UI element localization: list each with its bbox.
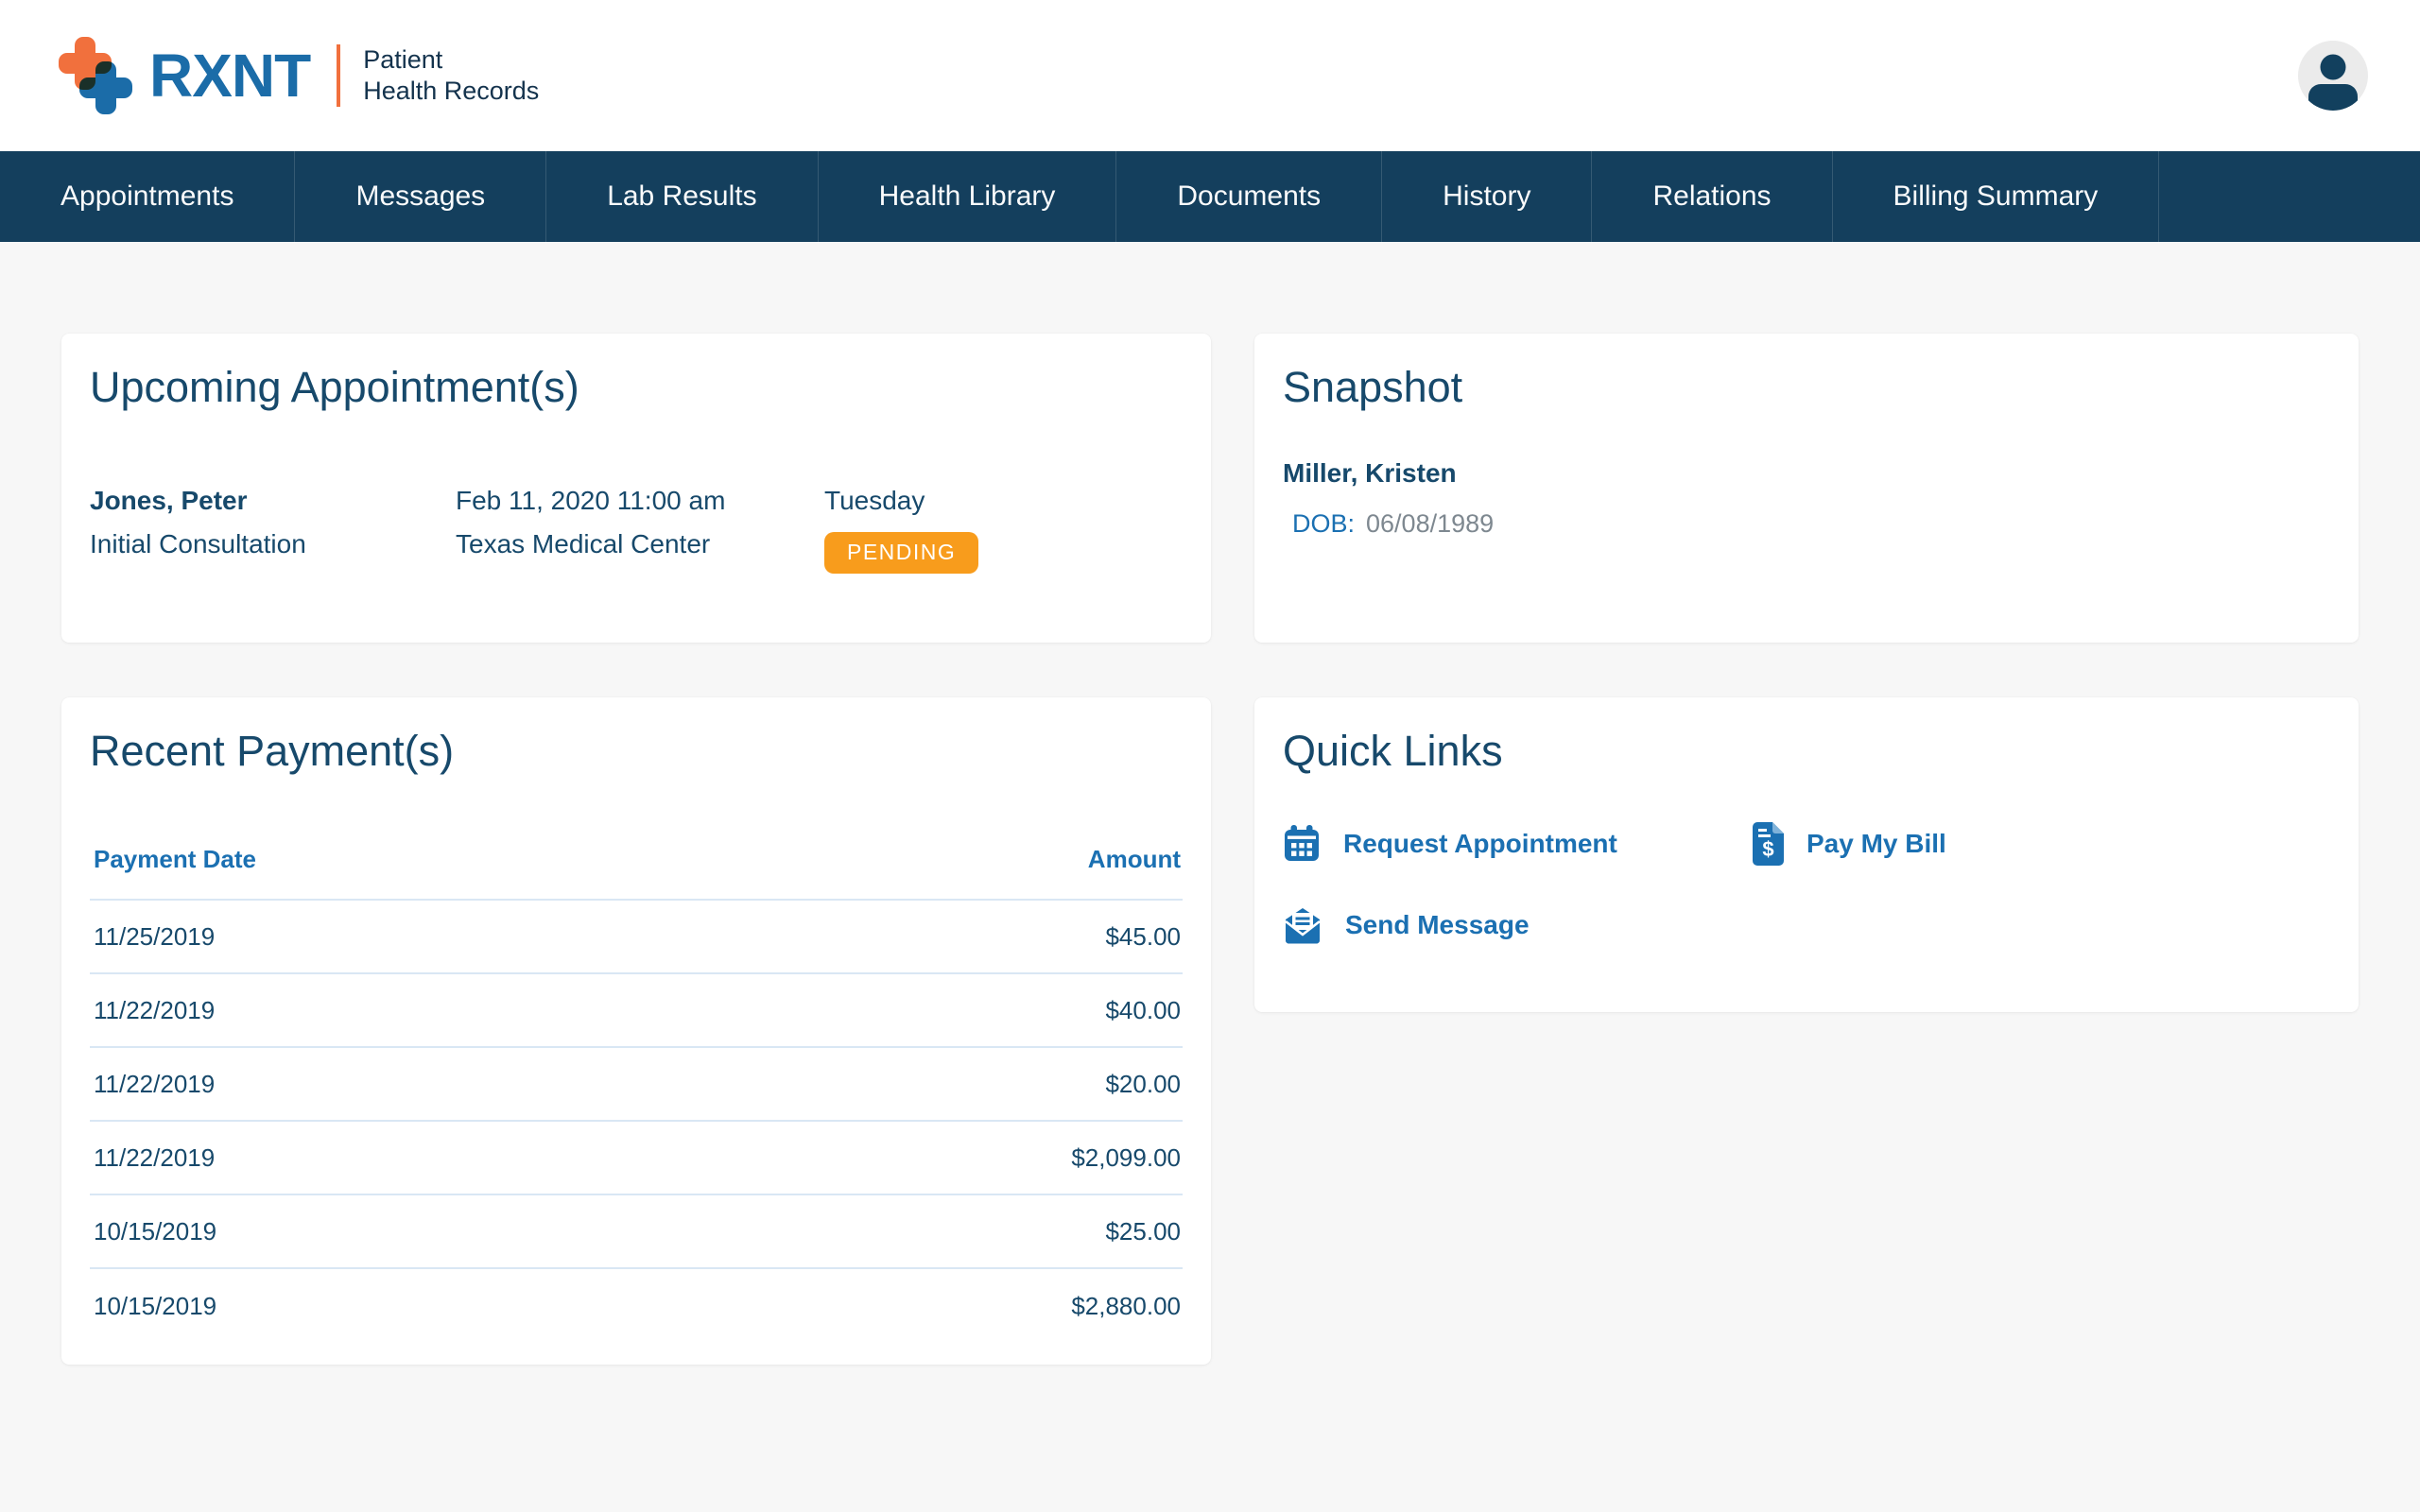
payment-row: 11/25/2019 $45.00 bbox=[90, 901, 1183, 974]
appointment-day: Tuesday bbox=[824, 479, 1183, 523]
product-line1: Patient bbox=[363, 44, 539, 76]
upcoming-appointments-title: Upcoming Appointment(s) bbox=[90, 362, 1183, 413]
main-content: Upcoming Appointment(s) Jones, Peter Ini… bbox=[61, 334, 2359, 1365]
nav-item-history[interactable]: History bbox=[1382, 151, 1592, 242]
calendar-icon bbox=[1283, 825, 1321, 863]
payments-table-body: 11/25/2019$45.0011/22/2019$40.0011/22/20… bbox=[90, 901, 1183, 1343]
upcoming-appointments-card: Upcoming Appointment(s) Jones, Peter Ini… bbox=[61, 334, 1211, 643]
nav-item-appointments[interactable]: Appointments bbox=[0, 151, 295, 242]
payment-date: 11/25/2019 bbox=[94, 922, 215, 952]
snapshot-title: Snapshot bbox=[1283, 362, 2330, 413]
snapshot-patient-name: Miller, Kristen bbox=[1283, 458, 2330, 489]
appointment-patient-name: Jones, Peter bbox=[90, 479, 456, 523]
nav-item-documents[interactable]: Documents bbox=[1116, 151, 1382, 242]
payment-date: 11/22/2019 bbox=[94, 996, 215, 1025]
payment-amount: $2,880.00 bbox=[1071, 1292, 1181, 1321]
appointment-datetime: Feb 11, 2020 11:00 am bbox=[456, 479, 824, 523]
payment-row: 11/22/2019 $2,099.00 bbox=[90, 1122, 1183, 1195]
appointment-visit-type: Initial Consultation bbox=[90, 523, 456, 566]
payment-row: 10/15/2019 $25.00 bbox=[90, 1195, 1183, 1269]
payments-col-date: Payment Date bbox=[94, 845, 256, 874]
appointment-location: Texas Medical Center bbox=[456, 523, 824, 566]
payment-date: 11/22/2019 bbox=[94, 1070, 215, 1099]
payment-date: 11/22/2019 bbox=[94, 1143, 215, 1173]
payment-amount: $40.00 bbox=[1105, 996, 1181, 1025]
status-badge: PENDING bbox=[824, 532, 978, 574]
person-icon bbox=[2298, 41, 2368, 111]
quick-links-title: Quick Links bbox=[1283, 726, 2330, 777]
recent-payments-card: Recent Payment(s) Payment Date Amount 11… bbox=[61, 697, 1211, 1365]
bill-icon: $ bbox=[1753, 822, 1784, 866]
appointment-patient-col: Jones, Peter Initial Consultation bbox=[90, 479, 456, 574]
nav-item-messages[interactable]: Messages bbox=[295, 151, 546, 242]
snapshot-dob-line: DOB: 06/08/1989 bbox=[1283, 509, 2330, 539]
appointment-when-col: Feb 11, 2020 11:00 am Texas Medical Cent… bbox=[456, 479, 824, 574]
payment-amount: $20.00 bbox=[1105, 1070, 1181, 1099]
app-header: RXNT Patient Health Records bbox=[0, 0, 2420, 151]
request-appointment-label: Request Appointment bbox=[1343, 829, 1617, 859]
dob-label: DOB: bbox=[1292, 509, 1355, 538]
send-message-link[interactable]: Send Message bbox=[1283, 905, 1530, 945]
send-message-icon bbox=[1283, 905, 1322, 945]
request-appointment-link[interactable]: Request Appointment bbox=[1283, 825, 1617, 863]
payment-amount: $2,099.00 bbox=[1071, 1143, 1181, 1173]
appointment-row: Jones, Peter Initial Consultation Feb 11… bbox=[90, 479, 1183, 574]
pay-my-bill-link[interactable]: $ Pay My Bill bbox=[1753, 822, 1946, 866]
product-line2: Health Records bbox=[363, 76, 539, 107]
payment-row: 11/22/2019 $40.00 bbox=[90, 974, 1183, 1048]
svg-text:$: $ bbox=[1762, 837, 1773, 861]
quick-links-card: Quick Links Reque bbox=[1254, 697, 2359, 1012]
brand-divider bbox=[337, 44, 340, 107]
payments-table-header: Payment Date Amount bbox=[90, 845, 1183, 901]
pay-my-bill-label: Pay My Bill bbox=[1806, 829, 1946, 859]
nav-item-health-library[interactable]: Health Library bbox=[819, 151, 1117, 242]
payment-row: 11/22/2019 $20.00 bbox=[90, 1048, 1183, 1122]
payment-date: 10/15/2019 bbox=[94, 1292, 216, 1321]
payment-amount: $45.00 bbox=[1105, 922, 1181, 952]
dob-value: 06/08/1989 bbox=[1366, 509, 1494, 538]
brand-logo[interactable]: RXNT Patient Health Records bbox=[59, 37, 539, 114]
logo-text: RXNT bbox=[149, 41, 310, 111]
snapshot-card: Snapshot Miller, Kristen DOB: 06/08/1989 bbox=[1254, 334, 2359, 643]
nav-item-billing-summary[interactable]: Billing Summary bbox=[1833, 151, 2160, 242]
payment-row: 10/15/2019 $2,880.00 bbox=[90, 1269, 1183, 1343]
user-avatar-button[interactable] bbox=[2298, 41, 2368, 111]
nav-item-relations[interactable]: Relations bbox=[1592, 151, 1832, 242]
payment-date: 10/15/2019 bbox=[94, 1217, 216, 1246]
payments-col-amount: Amount bbox=[1088, 845, 1181, 874]
recent-payments-title: Recent Payment(s) bbox=[90, 726, 1183, 777]
quick-links-grid: Request Appointment $ Pay My Bill bbox=[1283, 822, 2330, 945]
payment-amount: $25.00 bbox=[1105, 1217, 1181, 1246]
main-nav-list: AppointmentsMessagesLab ResultsHealth Li… bbox=[0, 151, 2420, 242]
rxnt-plus-icon bbox=[59, 37, 132, 114]
product-name: Patient Health Records bbox=[363, 44, 539, 107]
nav-item-lab-results[interactable]: Lab Results bbox=[546, 151, 818, 242]
send-message-label: Send Message bbox=[1345, 910, 1530, 940]
appointment-status-col: Tuesday PENDING bbox=[824, 479, 1183, 574]
